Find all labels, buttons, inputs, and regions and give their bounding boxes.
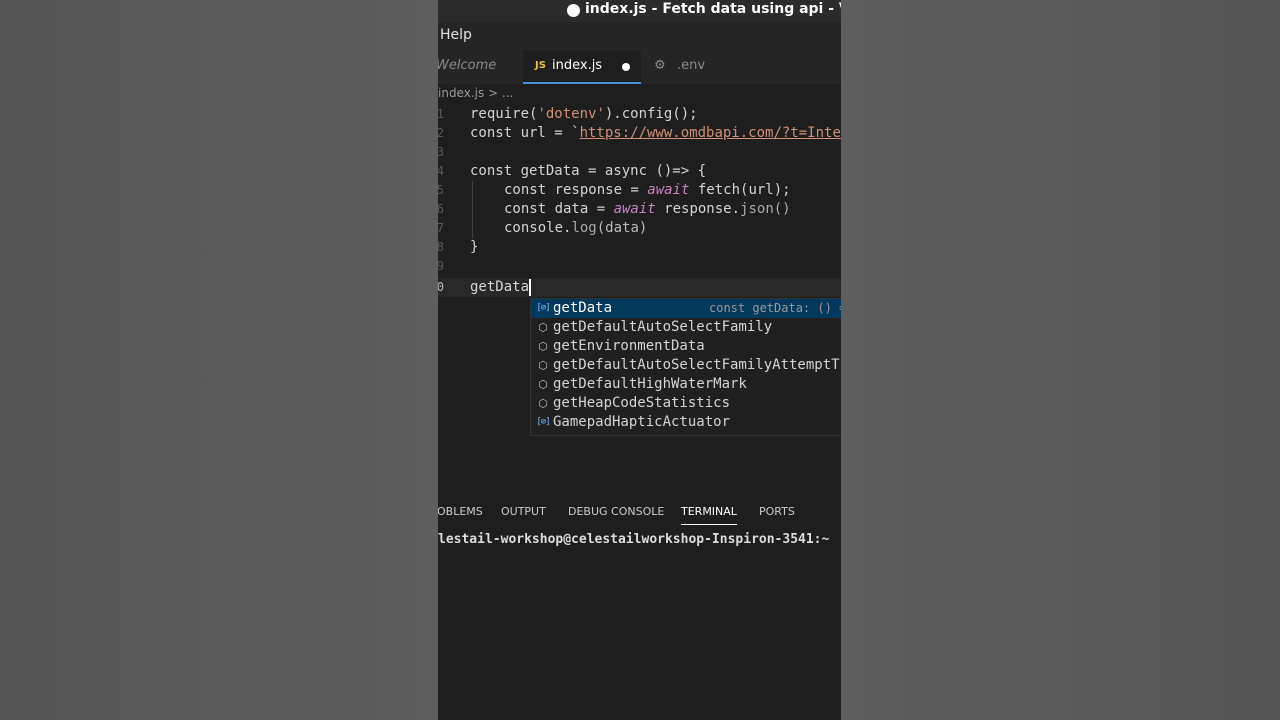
tab-ports[interactable]: PORTS bbox=[759, 505, 795, 518]
line-number: 2 bbox=[438, 126, 444, 140]
suggestion-label: getDefaultAutoSelectFamily bbox=[553, 319, 773, 335]
tab-index-js[interactable]: JS index.js bbox=[523, 50, 641, 84]
line-number: 5 bbox=[438, 183, 444, 197]
menu-help[interactable]: Help bbox=[440, 27, 472, 43]
method-icon: ⬡ bbox=[538, 340, 548, 353]
line-number: 3 bbox=[438, 145, 444, 159]
suggestion-label: GamepadHapticActuator bbox=[553, 414, 731, 430]
code-text: const data = await response.json() bbox=[504, 201, 791, 217]
url-link: https://www.omdbapi.com/?t=Inte bbox=[579, 125, 841, 141]
tab-debug-console[interactable]: DEBUG CONSOLE bbox=[568, 505, 664, 518]
code-line: 2 const url = `https://www.omdbapi.com/?… bbox=[438, 124, 841, 143]
background-right bbox=[841, 0, 1280, 720]
code-line-current: 0 getData bbox=[438, 278, 841, 297]
breadcrumb[interactable]: index.js > ... bbox=[438, 86, 513, 100]
menu-bar: Help bbox=[438, 22, 841, 50]
vscode-window: index.js - Fetch data using api - Visua … bbox=[438, 0, 841, 720]
terminal-output[interactable]: lestail-workshop@celestailworkshop-Inspi… bbox=[438, 532, 841, 547]
modified-dot-icon[interactable] bbox=[622, 63, 630, 71]
code-line: 3 bbox=[438, 143, 841, 162]
line-number: 0 bbox=[438, 280, 444, 294]
code-line: 6 const data = await response.json() bbox=[438, 200, 841, 219]
code-text: require('dotenv').config(); bbox=[470, 106, 698, 122]
editor-tabs: Welcome JS index.js ⚙ .env bbox=[438, 50, 841, 84]
suggestion-detail: const getData: () = bbox=[709, 301, 841, 315]
suggestion-item[interactable]: ⬡ getHeapCodeStatistics bbox=[531, 394, 841, 413]
code-text: } bbox=[470, 239, 479, 255]
tab-output[interactable]: OUTPUT bbox=[501, 505, 546, 518]
panel-tabs: OBLEMS OUTPUT DEBUG CONSOLE TERMINAL POR… bbox=[438, 500, 841, 526]
suggestion-item[interactable]: ⬡ getDefaultAutoSelectFamily bbox=[531, 318, 841, 337]
tab-problems[interactable]: OBLEMS bbox=[438, 505, 483, 518]
line-number: 1 bbox=[438, 107, 444, 121]
autocomplete-suggestions: [⊘] getData const getData: () = ⬡ getDef… bbox=[530, 298, 841, 436]
code-text: console.log(data) bbox=[504, 220, 648, 236]
tab-label: .env bbox=[677, 58, 706, 73]
method-icon: ⬡ bbox=[538, 359, 548, 372]
line-number: 7 bbox=[438, 221, 444, 235]
variable-icon: [⊘] bbox=[536, 417, 550, 427]
code-line: 7 console.log(data) bbox=[438, 219, 841, 238]
window-title: index.js - Fetch data using api - Visua bbox=[585, 1, 841, 17]
text-cursor bbox=[529, 278, 532, 296]
tab-label: index.js bbox=[552, 58, 603, 73]
code-line: 1 require('dotenv').config(); bbox=[438, 105, 841, 124]
line-number: 6 bbox=[438, 202, 444, 216]
code-line: 5 const response = await fetch(url); bbox=[438, 181, 841, 200]
suggestion-item[interactable]: ⬡ getDefaultAutoSelectFamilyAttemptT bbox=[531, 356, 841, 375]
suggestion-label: getDefaultAutoSelectFamilyAttemptT bbox=[553, 357, 840, 373]
line-number: 4 bbox=[438, 164, 444, 178]
suggestion-label: getDefaultHighWaterMark bbox=[553, 376, 747, 392]
suggestion-label: getEnvironmentData bbox=[553, 338, 705, 354]
javascript-file-icon: JS bbox=[535, 60, 546, 71]
code-line: 4 const getData = async ()=> { bbox=[438, 162, 841, 181]
code-line: 8 } bbox=[438, 238, 841, 257]
suggestion-item[interactable]: ⬡ getDefaultHighWaterMark bbox=[531, 375, 841, 394]
suggestion-item[interactable]: [⊘] getData const getData: () = bbox=[531, 299, 841, 318]
method-icon: ⬡ bbox=[538, 397, 548, 410]
line-number: 9 bbox=[438, 259, 444, 273]
code-line: 9 bbox=[438, 257, 841, 276]
code-text: getData bbox=[470, 278, 532, 296]
code-text: const response = await fetch(url); bbox=[504, 182, 791, 198]
unsaved-indicator-icon bbox=[567, 4, 580, 17]
code-text: const url = `https://www.omdbapi.com/?t=… bbox=[470, 125, 841, 141]
title-bar: index.js - Fetch data using api - Visua bbox=[438, 0, 841, 22]
tab-terminal[interactable]: TERMINAL bbox=[681, 505, 737, 525]
line-number: 8 bbox=[438, 240, 444, 254]
terminal-prompt: lestail-workshop@celestailworkshop-Inspi… bbox=[438, 532, 830, 547]
code-text: const getData = async ()=> { bbox=[470, 163, 707, 179]
background-left bbox=[0, 0, 438, 720]
method-icon: ⬡ bbox=[538, 378, 548, 391]
suggestion-label: getHeapCodeStatistics bbox=[553, 395, 731, 411]
gear-icon: ⚙ bbox=[654, 58, 666, 73]
suggestion-item[interactable]: [⊘] GamepadHapticActuator bbox=[531, 413, 841, 432]
method-icon: ⬡ bbox=[538, 321, 548, 334]
suggestion-item[interactable]: ⬡ getEnvironmentData bbox=[531, 337, 841, 356]
suggestion-label: getData bbox=[553, 300, 613, 316]
variable-icon: [⊘] bbox=[536, 303, 550, 313]
tab-welcome[interactable]: Welcome bbox=[438, 50, 496, 84]
